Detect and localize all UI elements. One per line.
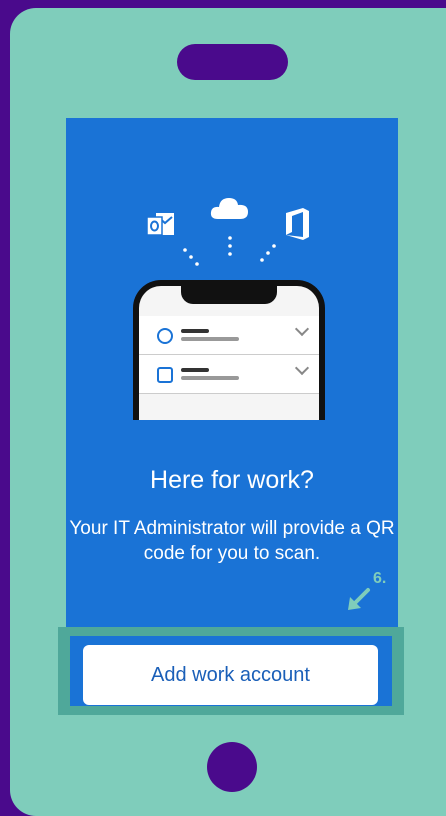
device-home-button: [207, 742, 257, 792]
chevron-down-icon: [294, 360, 310, 376]
illustration-account-row: [139, 316, 319, 355]
user-icon: [157, 328, 173, 344]
page-title: Here for work?: [150, 466, 314, 494]
page-description: Your IT Administrator will provide a QR …: [69, 518, 395, 564]
chevron-down-icon: [294, 321, 310, 337]
onedrive-cloud-icon: [210, 198, 248, 219]
illustration-account-row: [139, 355, 319, 394]
sync-dots-decoration: [183, 236, 276, 266]
badge-icon: [157, 367, 173, 383]
phone-illustration: [133, 280, 325, 420]
illustration-notch: [181, 286, 277, 304]
step-annotation: 6.: [373, 570, 387, 587]
device-speaker: [177, 44, 288, 80]
add-work-account-button[interactable]: Add work account: [83, 645, 378, 705]
arrow-icon: [348, 588, 370, 610]
